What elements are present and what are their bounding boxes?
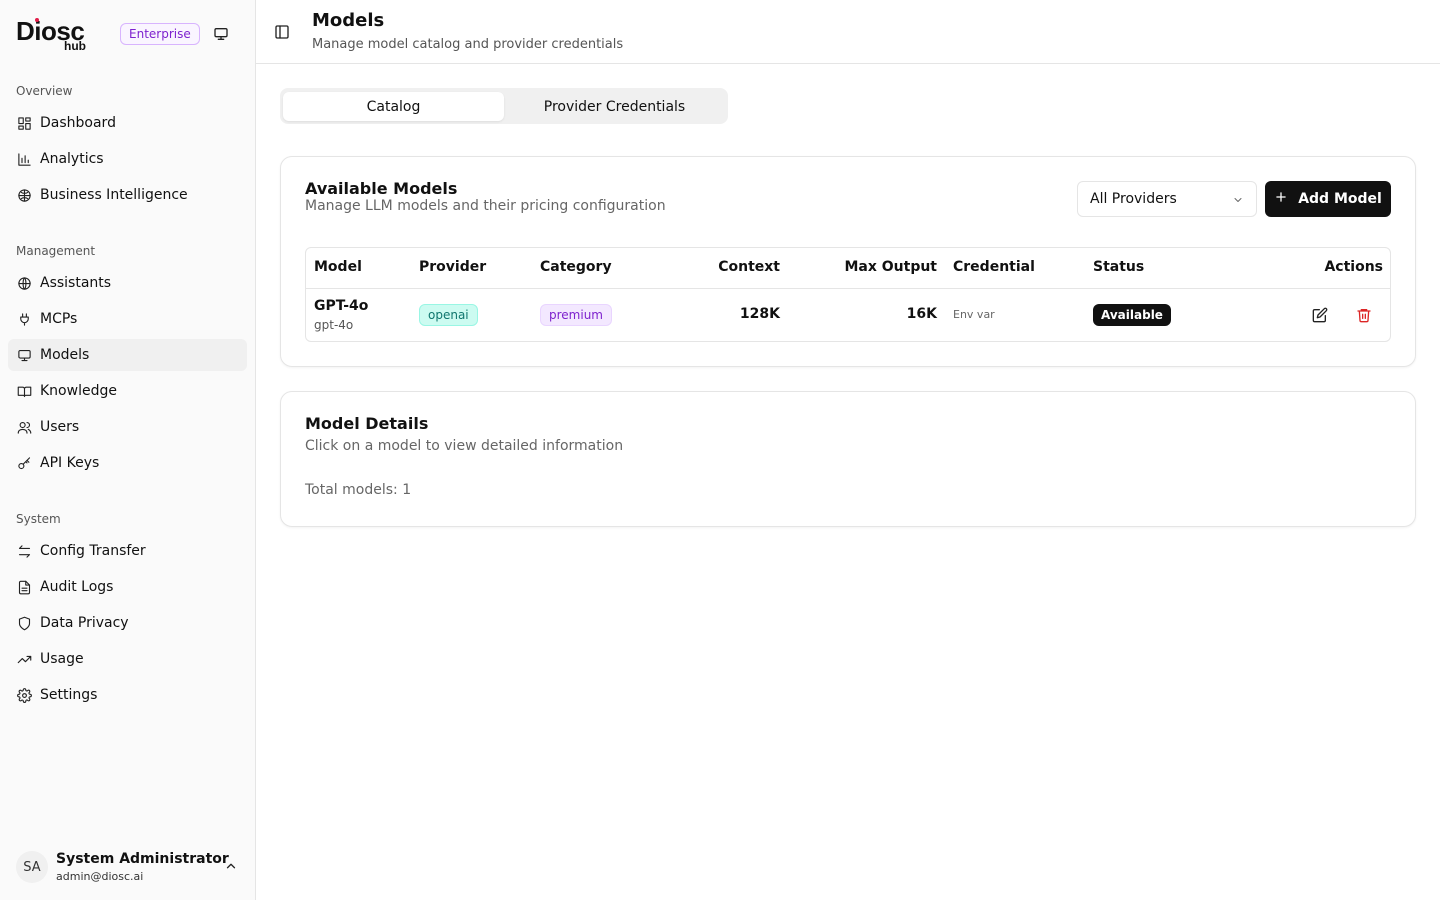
category-badge: premium [540, 304, 612, 326]
add-model-label: Add Model [1298, 191, 1382, 207]
user-name: System Administrator [56, 851, 229, 867]
sidebar-item-label: API Keys [40, 455, 100, 471]
shield-icon [16, 615, 32, 631]
total-models-count: Total models: 1 [305, 482, 412, 498]
dashboard-icon [16, 115, 32, 131]
book-icon [16, 383, 32, 399]
sidebar-item-assistants[interactable]: Assistants [8, 267, 247, 299]
trash-icon[interactable] [1354, 305, 1374, 325]
sidebar-item-label: Analytics [40, 151, 104, 167]
sidebar-item-data-privacy[interactable]: Data Privacy [8, 607, 247, 639]
sidebar: Diosc hub Enterprise Overview Dashboard … [0, 0, 256, 900]
card-title: Model Details [305, 414, 429, 433]
sidebar-item-knowledge[interactable]: Knowledge [8, 375, 247, 407]
sidebar-item-label: Config Transfer [40, 543, 146, 559]
chevron-up-icon[interactable] [224, 859, 238, 873]
sidebar-item-label: Users [40, 419, 80, 435]
key-icon [16, 455, 32, 471]
available-models-card: Available Models Manage LLM models and t… [280, 156, 1416, 367]
model-details-card: Model Details Click on a model to view d… [280, 391, 1416, 527]
users-icon [16, 419, 32, 435]
sidebar-item-label: Business Intelligence [40, 187, 188, 203]
column-header-category: Category [540, 259, 612, 275]
trending-up-icon [16, 651, 32, 667]
column-header-provider: Provider [419, 259, 487, 275]
column-header-credential: Credential [953, 259, 1035, 275]
enterprise-badge: Enterprise [120, 23, 200, 45]
sidebar-item-api-keys[interactable]: API Keys [8, 447, 247, 479]
avatar: SA [16, 851, 48, 883]
page-subtitle: Manage model catalog and provider creden… [312, 37, 624, 52]
sidebar-item-label: Data Privacy [40, 615, 129, 631]
section-management: Management [16, 244, 96, 258]
table-header: Model Provider Category Context Max Outp… [306, 248, 1390, 289]
page-header: Models Manage model catalog and provider… [256, 0, 1440, 64]
card-description: Manage LLM models and their pricing conf… [305, 198, 666, 214]
models-table: Model Provider Category Context Max Outp… [305, 247, 1391, 342]
bar-chart-icon [16, 151, 32, 167]
chevron-down-icon [1232, 194, 1244, 206]
brain-icon [16, 187, 32, 203]
sidebar-item-label: Knowledge [40, 383, 117, 399]
globe-icon [16, 275, 32, 291]
add-model-button[interactable]: Add Model [1265, 181, 1391, 217]
context-value: 128K [739, 306, 780, 322]
card-description: Click on a model to view detailed inform… [305, 438, 624, 454]
file-text-icon [16, 579, 32, 595]
sidebar-item-mcps[interactable]: MCPs [8, 303, 247, 335]
monitor-icon [16, 347, 32, 363]
brand-logo[interactable]: Diosc hub [16, 16, 106, 53]
tab-provider-credentials[interactable]: Provider Credentials [504, 92, 725, 121]
credential-value: Env var [953, 308, 995, 321]
sidebar-item-label: Dashboard [40, 115, 116, 131]
user-menu[interactable]: SA System Administrator admin@diosc.ai [16, 849, 248, 887]
sidebar-item-analytics[interactable]: Analytics [8, 143, 247, 175]
edit-icon[interactable] [1310, 305, 1330, 325]
sidebar-item-usage[interactable]: Usage [8, 643, 247, 675]
model-id: gpt-4o [314, 318, 354, 332]
sidebar-item-business-intelligence[interactable]: Business Intelligence [8, 179, 247, 211]
sidebar-item-label: Settings [40, 687, 98, 703]
section-overview: Overview [16, 84, 73, 98]
page-title: Models [312, 10, 385, 31]
sidebar-item-models[interactable]: Models [8, 339, 247, 371]
column-header-model: Model [314, 259, 362, 275]
provider-select[interactable]: All Providers [1077, 181, 1257, 217]
sidebar-item-label: Models [40, 347, 90, 363]
status-badge: Available [1093, 304, 1171, 326]
card-title: Available Models [305, 179, 458, 198]
sidebar-item-label: Usage [40, 651, 84, 667]
brand-sub: hub [64, 39, 86, 53]
column-header-actions: Actions [1324, 259, 1383, 275]
sidebar-item-settings[interactable]: Settings [8, 679, 247, 711]
brand-dot [35, 18, 39, 22]
arrows-swap-icon [16, 543, 32, 559]
plug-icon [16, 311, 32, 327]
column-header-max-output: Max Output [844, 259, 937, 275]
sidebar-item-audit-logs[interactable]: Audit Logs [8, 571, 247, 603]
column-header-status: Status [1093, 259, 1145, 275]
provider-select-value: All Providers [1090, 191, 1177, 207]
sidebar-item-users[interactable]: Users [8, 411, 247, 443]
sidebar-toggle-icon[interactable] [274, 24, 290, 40]
gear-icon [16, 687, 32, 703]
tab-catalog[interactable]: Catalog [283, 92, 504, 121]
sidebar-item-label: Audit Logs [40, 579, 114, 595]
model-name: GPT-4o [314, 298, 369, 314]
max-output-value: 16K [906, 306, 937, 322]
column-header-context: Context [718, 259, 780, 275]
sidebar-item-config-transfer[interactable]: Config Transfer [8, 535, 247, 567]
section-system: System [16, 512, 61, 526]
sidebar-item-label: Assistants [40, 275, 112, 291]
tab-list: Catalog Provider Credentials [280, 88, 728, 124]
user-email: admin@diosc.ai [56, 870, 144, 883]
plus-icon [1274, 190, 1288, 208]
provider-badge: openai [419, 304, 478, 326]
monitor-icon[interactable] [211, 24, 231, 44]
sidebar-item-dashboard[interactable]: Dashboard [8, 107, 247, 139]
sidebar-item-label: MCPs [40, 311, 78, 327]
